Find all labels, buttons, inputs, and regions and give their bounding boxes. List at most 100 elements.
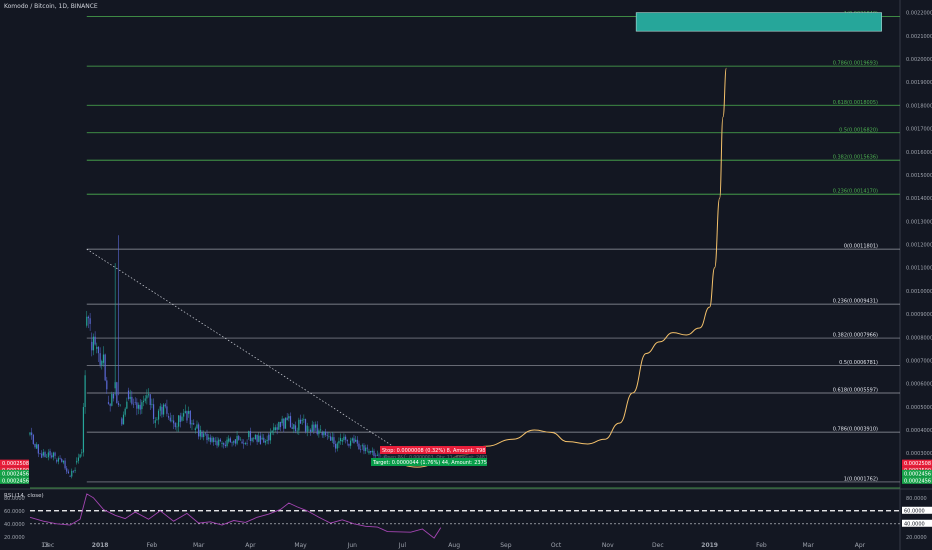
candle-body: [161, 406, 163, 415]
candle-body: [261, 437, 263, 440]
candle-body: [368, 451, 370, 454]
fib-level-label: 0(0.0011801): [844, 244, 878, 250]
candle-body: [224, 444, 226, 447]
candle-body: [244, 443, 247, 445]
fib-level-label: 0.5(0.0006781): [839, 360, 878, 366]
candle-body: [147, 394, 150, 396]
fib-extension-upper: 1(0.0021840)0.786(0.0019693)0.618(0.0018…: [86, 11, 900, 195]
candle-body: [67, 471, 70, 474]
price-axis-tick: 0.0018000: [906, 103, 932, 109]
candle-body: [181, 416, 183, 421]
candle-body: [234, 439, 236, 444]
candle-body: [37, 444, 39, 454]
candle-body: [31, 432, 33, 435]
candle-body: [76, 460, 78, 463]
candle-body: [346, 439, 348, 442]
candle-body: [173, 420, 175, 424]
candle-body: [82, 407, 85, 453]
candle-body: [194, 428, 196, 431]
time-axis-tick: Dec: [652, 542, 664, 549]
candle-body: [339, 438, 342, 442]
candle-body: [97, 346, 100, 354]
candle-body: [129, 396, 131, 399]
candle-body: [206, 434, 208, 441]
candle-body: [66, 468, 68, 472]
fib-level-label: 0.382(0.0015636): [833, 155, 878, 161]
candle-body: [171, 420, 173, 422]
candle-body: [198, 424, 200, 437]
price-badge-left: 0.0002508: [2, 461, 29, 467]
time-axis-tick: 2019: [701, 542, 718, 549]
candle-body: [159, 406, 161, 411]
candle-body: [136, 402, 138, 409]
fib-retracement-lower: 0(0.0011801) 0.236(0.0009431) 0.382(0.0007…: [86, 244, 900, 482]
candle-body: [271, 430, 273, 433]
candle-body: [216, 440, 218, 446]
candle-body: [218, 439, 220, 446]
candle-body: [269, 432, 272, 441]
candle-body: [360, 449, 362, 450]
price-axis-tick: 0.0008000: [906, 335, 932, 341]
rsi-pane: RSI (14, close)80.000080.000060.000060.0…: [4, 493, 932, 541]
candle-body: [104, 354, 106, 381]
candle-body: [229, 438, 231, 443]
candle-body: [328, 436, 330, 438]
candle-body: [341, 440, 343, 442]
price-axis-tick: 0.0004000: [906, 428, 932, 434]
candle-body: [162, 404, 165, 415]
candle-body: [127, 390, 130, 399]
candles: [29, 310, 388, 479]
candle-body: [345, 436, 347, 440]
time-axis-tick: May: [294, 542, 307, 549]
candle-body: [99, 353, 101, 365]
time-axis-tick: Nov: [602, 542, 614, 549]
candle-body: [116, 382, 118, 404]
candle-body: [219, 439, 221, 442]
candle-body: [141, 402, 143, 410]
candle-body: [126, 401, 128, 409]
candle-body: [47, 452, 49, 458]
candle-body: [46, 457, 48, 458]
candle-body: [176, 426, 178, 428]
candle-body: [124, 408, 126, 415]
time-axis-tick: Apr: [245, 542, 256, 549]
candle-body: [294, 425, 297, 432]
candle-body: [188, 410, 190, 414]
price-badge-right: 0.0002508: [904, 461, 931, 467]
candle-body: [44, 452, 46, 458]
candle-body: [316, 424, 318, 435]
candle-body: [334, 443, 337, 449]
rsi-line: [29, 493, 442, 539]
dotted-trendline: [86, 248, 408, 456]
time-axis-tick: Oct: [551, 542, 562, 549]
candle-body: [278, 421, 280, 430]
fib-level-label: 0.618(0.0005597): [833, 387, 878, 393]
candle-body: [91, 341, 93, 351]
candle-body: [213, 437, 215, 442]
candle-body: [56, 460, 58, 462]
rsi-axis-tick-left: 20.0000: [4, 535, 25, 541]
candle-body: [264, 441, 267, 443]
candle-body: [289, 416, 292, 428]
candle-body: [266, 439, 268, 442]
candle-body: [84, 375, 86, 408]
fib-level-label: 0.382(0.0007966): [833, 333, 878, 339]
candle-body: [112, 393, 115, 399]
price-chart[interactable]: 0.0022000 0.0021000 0.0020000 0.0019000 0.00…: [0, 0, 932, 550]
price-axis: 0.0022000 0.0021000 0.0020000 0.0019000 0.00…: [906, 11, 932, 458]
candle-body: [71, 470, 73, 477]
price-axis-tick: 0.0014000: [906, 196, 932, 202]
candle-body: [228, 438, 230, 442]
candle-body: [29, 432, 31, 435]
candle-body: [298, 419, 300, 431]
candle-body: [101, 361, 103, 365]
candle-body: [107, 402, 110, 404]
candle-body: [211, 437, 213, 442]
price-badge-left: 0.0002456: [2, 471, 29, 477]
candle-body: [348, 443, 350, 446]
candle-body: [246, 443, 248, 444]
price-axis-tick: 0.0007000: [906, 358, 932, 364]
candle-body: [132, 403, 135, 405]
candle-body: [96, 346, 98, 349]
price-badge-right: 0.0002456: [904, 471, 931, 477]
